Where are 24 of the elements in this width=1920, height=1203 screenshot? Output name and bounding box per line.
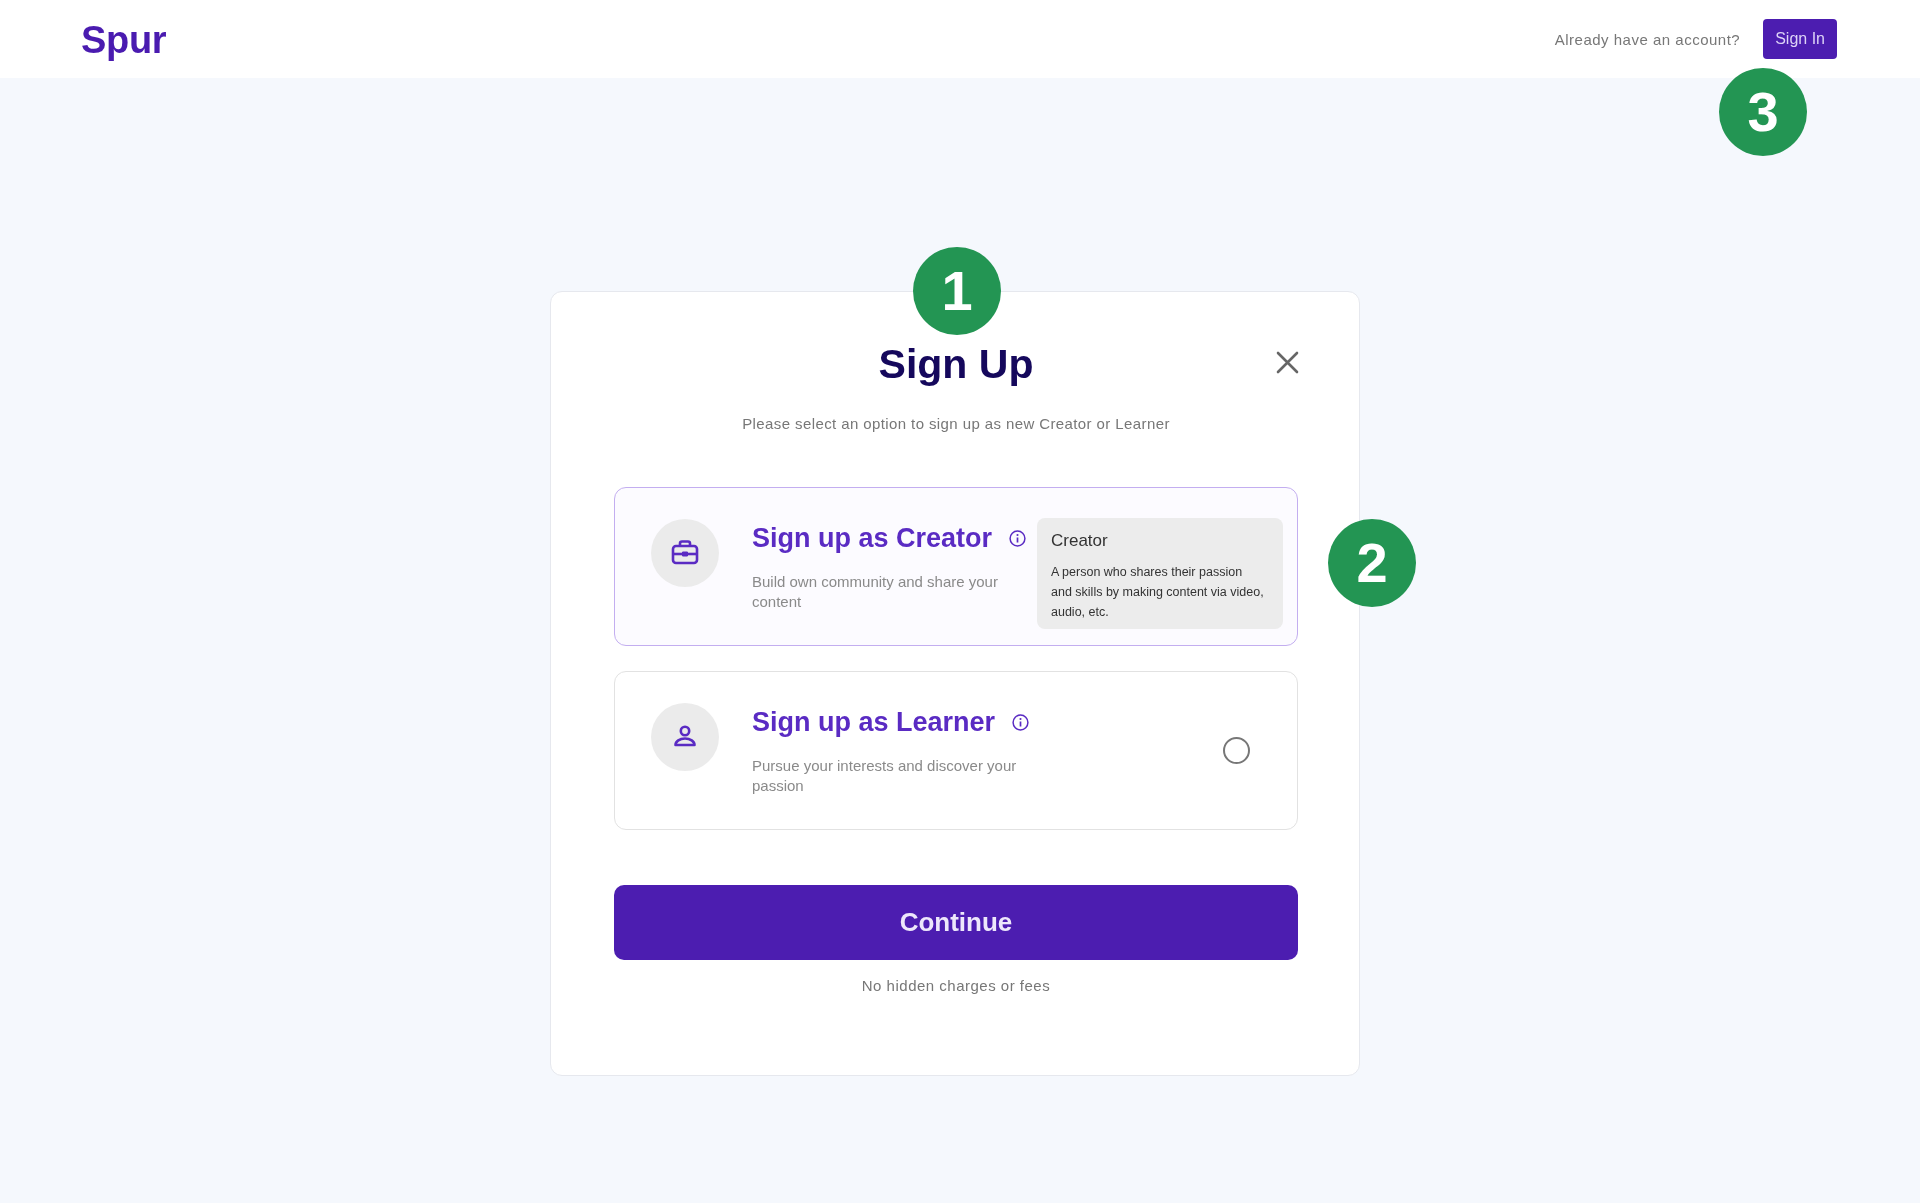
footnote: No hidden charges or fees xyxy=(861,976,1051,996)
option-description: Build own community and share your content xyxy=(752,572,999,612)
option-description: Pursue your interests and discover your passion xyxy=(752,756,1018,796)
sign-in-button[interactable]: Sign In xyxy=(1763,19,1837,59)
close-icon[interactable] xyxy=(1276,351,1299,374)
option-title: Sign up as Learner xyxy=(752,706,996,738)
option-card[interactable]: Sign up as Creator Build own community and share your content Creator A person who shares their passion and skills by making content via video, audio, etc. xyxy=(614,487,1298,646)
account-prompt: Already have an account? xyxy=(1554,30,1741,48)
dialog-subtitle: Please select an option to sign up as new Creator or Learner xyxy=(742,414,1170,434)
continue-button[interactable]: Continue xyxy=(614,885,1298,960)
tooltip-title: Creator xyxy=(1051,530,1109,552)
logo: Spur xyxy=(81,18,167,62)
callout-marker: 1 xyxy=(913,247,1001,335)
callout-marker: 3 xyxy=(1719,68,1808,156)
person-icon xyxy=(651,703,719,771)
dialog-title: Sign Up xyxy=(878,340,1034,389)
info-icon[interactable] xyxy=(1009,529,1027,547)
option-card[interactable]: Sign up as Learner Pursue your interests and discover your passion xyxy=(614,671,1298,830)
callout-marker: 2 xyxy=(1328,519,1416,607)
option-title: Sign up as Creator xyxy=(752,522,993,554)
tooltip-text: A person who shares their passion and skills by making content via video, audio, etc. xyxy=(1051,564,1265,621)
info-icon[interactable] xyxy=(1012,713,1030,731)
briefcase-icon xyxy=(651,519,719,587)
radio-button[interactable] xyxy=(1223,737,1250,764)
